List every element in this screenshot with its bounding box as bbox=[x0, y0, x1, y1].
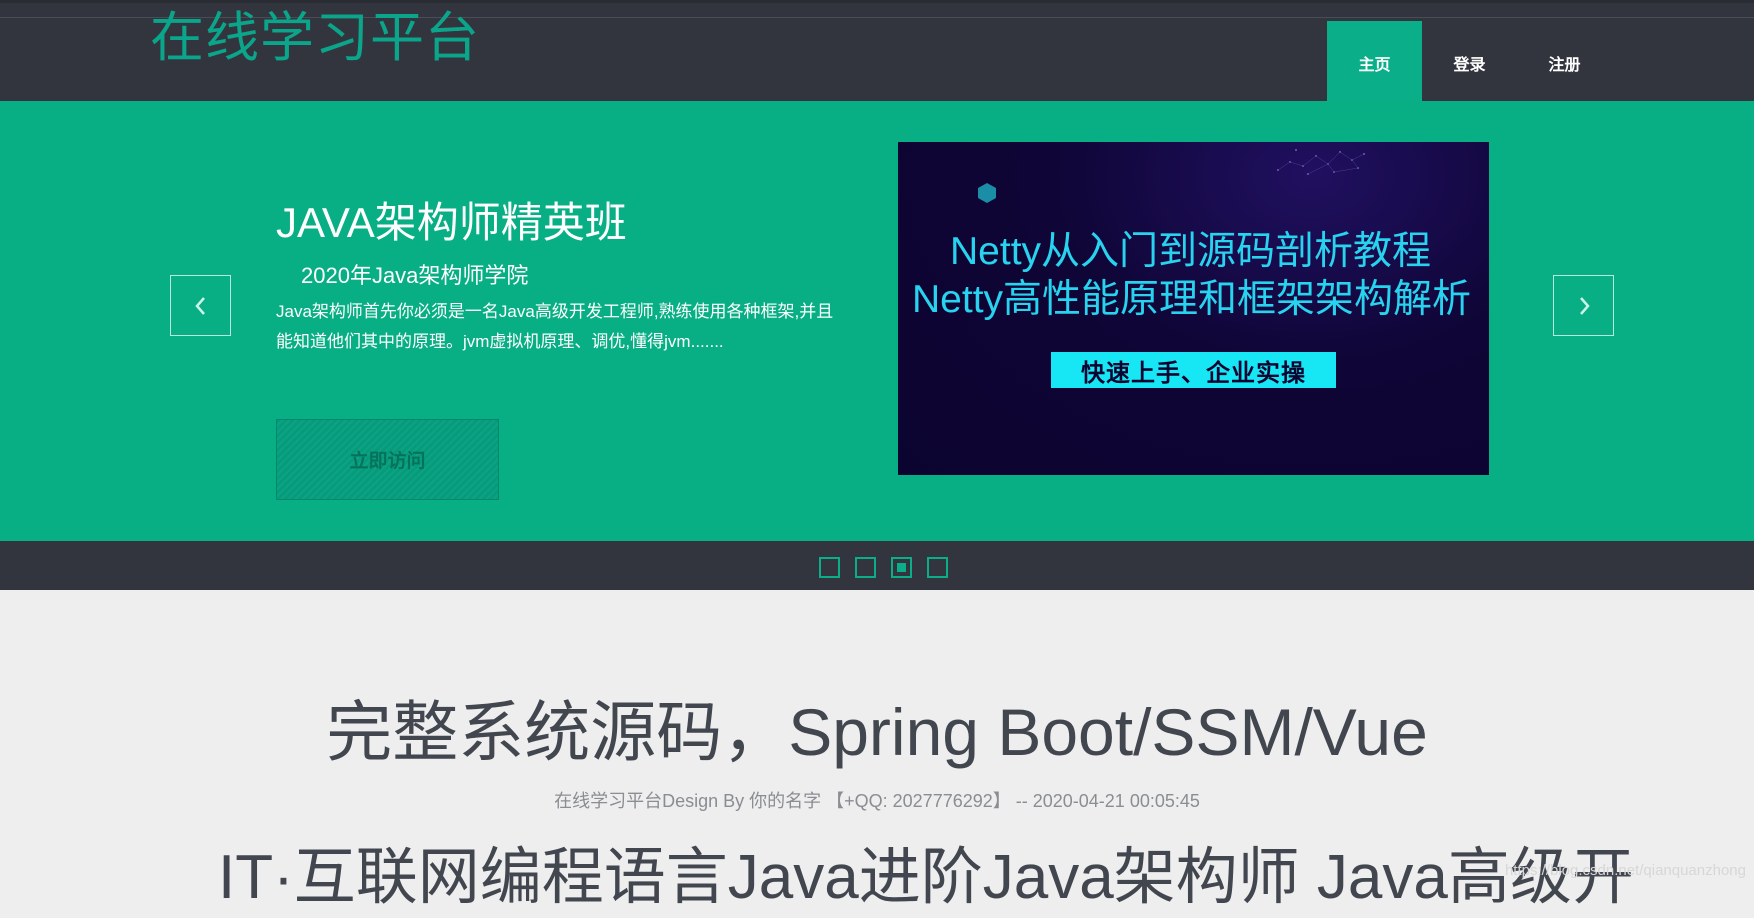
chevron-left-icon bbox=[194, 296, 205, 315]
slide-title: JAVA架构师精英班 bbox=[276, 199, 627, 246]
hexagon-icon bbox=[978, 183, 996, 203]
slide-description: Java架构师首先你必须是一名Java高级开发工程师,熟练使用各种框架,并且能知… bbox=[276, 302, 834, 351]
carousel-indicators bbox=[819, 557, 948, 578]
carousel-indicator-1[interactable] bbox=[819, 557, 840, 578]
visit-now-button[interactable]: 立即访问 bbox=[276, 419, 499, 500]
carousel-indicator-3[interactable] bbox=[891, 557, 912, 578]
slide-image[interactable]: Netty从入门到源码剖析教程 Netty高性能原理和框架架构解析 快速上手、企… bbox=[898, 142, 1489, 475]
carousel-prev-button[interactable] bbox=[170, 275, 231, 336]
carousel-indicator-bar bbox=[0, 541, 1754, 590]
article-heading: IT·互联网编程语言Java进阶Java架构师 Java高级开 bbox=[218, 843, 1634, 912]
article-title: 完整系统源码，Spring Boot/SSM/Vue bbox=[326, 695, 1428, 769]
carousel-indicator-4[interactable] bbox=[927, 557, 948, 578]
nav-register[interactable]: 注册 bbox=[1517, 21, 1612, 104]
carousel-next-button[interactable] bbox=[1553, 275, 1614, 336]
carousel-indicator-2[interactable] bbox=[855, 557, 876, 578]
watermark: https://blog.csdn.net/qianquanzhong bbox=[1504, 862, 1746, 879]
slide-image-tagline: 快速上手、企业实操 bbox=[1051, 352, 1336, 388]
chevron-right-icon bbox=[1579, 296, 1590, 315]
site-logo[interactable]: 在线学习平台 bbox=[150, 7, 480, 69]
network-dots-decoration bbox=[1277, 149, 1365, 175]
slide-image-headline-2: Netty高性能原理和框架架构解析 bbox=[912, 278, 1472, 321]
nav-login[interactable]: 登录 bbox=[1422, 21, 1517, 104]
nav-home[interactable]: 主页 bbox=[1327, 21, 1422, 104]
carousel-banner: JAVA架构师精英班 2020年Java架构师学院 Java架构师首先你必须是一… bbox=[0, 101, 1754, 541]
slide-subtitle: 2020年Java架构师学院 bbox=[301, 263, 529, 288]
site-header: 在线学习平台 主页 登录 注册 bbox=[0, 0, 1754, 104]
article-meta: 在线学习平台Design By 你的名字 【+QQ: 2027776292】 -… bbox=[554, 791, 1200, 811]
main-nav: 主页 登录 注册 bbox=[1327, 21, 1612, 104]
